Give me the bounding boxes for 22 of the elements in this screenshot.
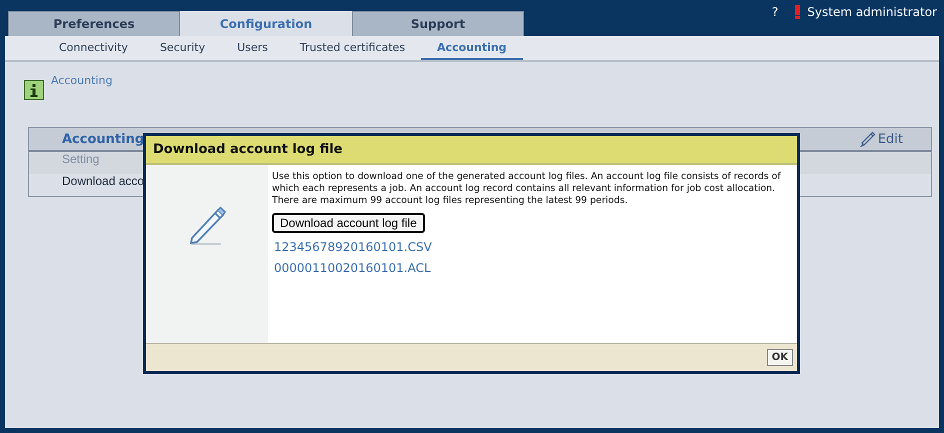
dialog-title: Download account log file [146, 136, 797, 165]
sub-tab[interactable]: Trusted certificates [284, 36, 422, 60]
edit-button[interactable]: Edit [860, 131, 903, 147]
main-tab[interactable]: Preferences [8, 11, 180, 36]
file-link[interactable]: 00000110020160101.ACL [272, 258, 431, 279]
alert-icon [795, 5, 800, 19]
download-button[interactable]: Download account log file [272, 213, 425, 233]
sub-tab[interactable]: Accounting [421, 36, 523, 60]
main-tab[interactable]: Support [352, 11, 524, 36]
main-tab[interactable]: Configuration [180, 11, 352, 36]
ok-button[interactable]: OK [766, 349, 793, 366]
pencil-icon [860, 131, 876, 147]
sub-tab[interactable]: Connectivity [43, 36, 144, 60]
info-icon [24, 80, 44, 100]
panel-title: Accounting [62, 132, 144, 146]
help-link[interactable]: ? [772, 5, 778, 19]
user-name[interactable]: System administrator [807, 5, 937, 19]
sub-tab[interactable]: Users [221, 36, 284, 60]
dialog-description: Use this option to download one of the generated account log files. An account log file consists of records of which each represents a job. An account log record contains all relevant information for job cost allocation. There are maximum 99 account log files representing the latest 99 periods. [272, 171, 782, 207]
file-link[interactable]: 12345678920160101.CSV [272, 237, 432, 258]
sub-tab[interactable]: Security [144, 36, 222, 60]
pencil-icon [188, 205, 226, 245]
